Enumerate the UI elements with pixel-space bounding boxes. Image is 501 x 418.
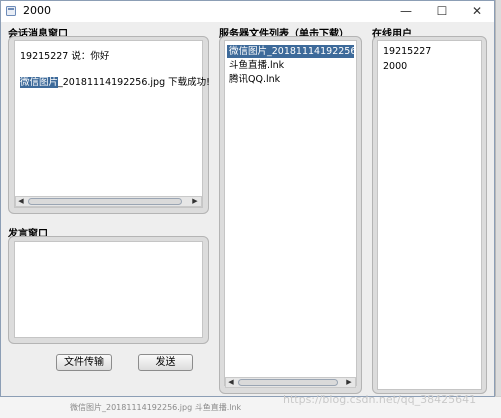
files-scroll-thumb[interactable] xyxy=(238,379,338,386)
background-desktop xyxy=(495,0,501,418)
chat-message-area[interactable] xyxy=(14,40,203,208)
message-text: _20181114192256.jpg 下载成功! xyxy=(58,77,210,88)
java-app-icon xyxy=(6,6,16,16)
server-file-list[interactable] xyxy=(224,40,357,386)
chat-message-line: 微信图片_20181114192256.jpg 下载成功! xyxy=(20,74,210,88)
file-list-item[interactable]: 腾讯QQ.lnk xyxy=(227,73,280,86)
file-list-item[interactable]: 斗鱼直播.lnk xyxy=(227,59,284,72)
scroll-right-icon[interactable]: ▶ xyxy=(344,377,354,388)
background-text: 微信图片_20181114192256.jpg 斗鱼直播.lnk xyxy=(70,403,242,412)
message-input[interactable] xyxy=(14,241,203,338)
online-user-item[interactable]: 2000 xyxy=(383,61,407,72)
window-title: 2000 xyxy=(23,4,51,17)
scroll-left-icon[interactable]: ◀ xyxy=(226,377,236,388)
chat-message-line: 19215227 说：你好 xyxy=(20,51,110,62)
scroll-left-icon[interactable]: ◀ xyxy=(16,196,26,207)
send-button[interactable]: 发送 xyxy=(138,354,193,371)
online-user-list[interactable] xyxy=(377,40,482,390)
selected-text: 微信图片 xyxy=(20,77,59,88)
watermark-text: https://blog.csdn.net/qq_38425641 xyxy=(283,393,477,406)
minimize-button[interactable]: — xyxy=(389,1,423,21)
maximize-button[interactable]: ☐ xyxy=(425,1,459,21)
file-transfer-button[interactable]: 文件传输 xyxy=(56,354,112,371)
file-list-item[interactable]: 微信图片_20181114192256.jpg xyxy=(227,45,354,58)
scroll-right-icon[interactable]: ▶ xyxy=(190,196,200,207)
chat-scroll-thumb[interactable] xyxy=(28,198,182,205)
close-button[interactable]: ✕ xyxy=(460,1,494,21)
online-user-item[interactable]: 19215227 xyxy=(383,46,431,57)
